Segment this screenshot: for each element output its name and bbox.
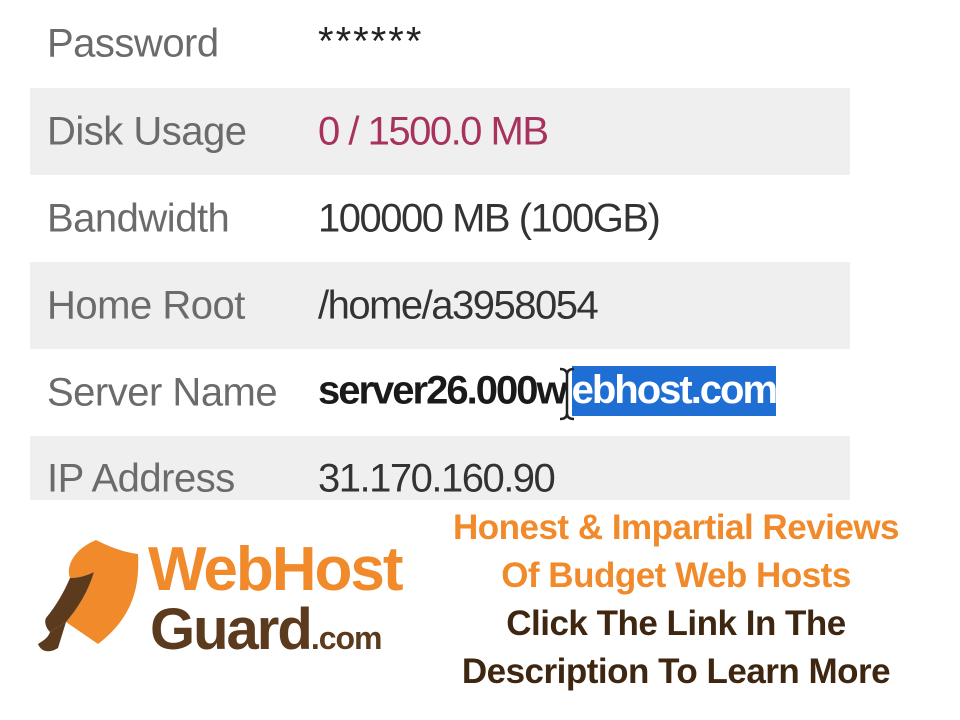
logo-dotcom: .com <box>310 620 383 656</box>
row-server-name: Server Name server26.000w ebhost.com <box>30 349 850 436</box>
banner-line-2: Of Budget Web Hosts <box>501 556 851 595</box>
webhostguard-banner[interactable]: WebHost Guard.com Honest & Impartial Rev… <box>0 500 960 720</box>
banner-line-3: Click The Link In The <box>506 604 846 643</box>
shield-icon <box>36 536 148 659</box>
bandwidth-value: 100000 MB (100GB) <box>318 196 661 240</box>
password-value[interactable]: ****** <box>318 20 423 65</box>
server-name-label: Server Name <box>47 370 278 414</box>
row-disk-usage: Disk Usage 0 / 1500.0 MB <box>30 88 850 175</box>
logo-guard-word: Guard <box>150 597 313 662</box>
account-details-table: Password ****** Disk Usage 0 / 1500.0 MB… <box>30 0 850 512</box>
banner-line-1: Honest & Impartial Reviews <box>452 508 900 547</box>
server-name-value[interactable]: server26.000w ebhost.com <box>318 363 778 423</box>
row-bandwidth: Bandwidth 100000 MB (100GB) <box>30 175 850 262</box>
ip-address-value[interactable]: 31.170.160.90 <box>318 456 556 501</box>
server-name-selected-text[interactable]: ebhost.com <box>571 366 778 417</box>
logo-webhost-text: WebHost <box>148 535 404 604</box>
text-cursor-icon <box>559 363 574 423</box>
disk-usage-label: Disk Usage <box>47 109 247 153</box>
home-root-value[interactable]: /home/a3958054 <box>318 283 599 328</box>
logo-guard-text: Guard.com <box>150 596 382 663</box>
banner-line-4: Description To Learn More <box>461 652 891 691</box>
home-root-label: Home Root <box>47 283 245 327</box>
row-home-root: Home Root /home/a3958054 <box>30 262 850 349</box>
ip-address-label: IP Address <box>47 456 235 501</box>
row-password: Password ****** <box>30 0 850 88</box>
password-label: Password <box>47 21 219 66</box>
disk-usage-value: 0 / 1500.0 MB <box>318 109 549 153</box>
server-name-unselected-text[interactable]: server26.000w <box>318 368 568 412</box>
bandwidth-label: Bandwidth <box>47 196 230 240</box>
